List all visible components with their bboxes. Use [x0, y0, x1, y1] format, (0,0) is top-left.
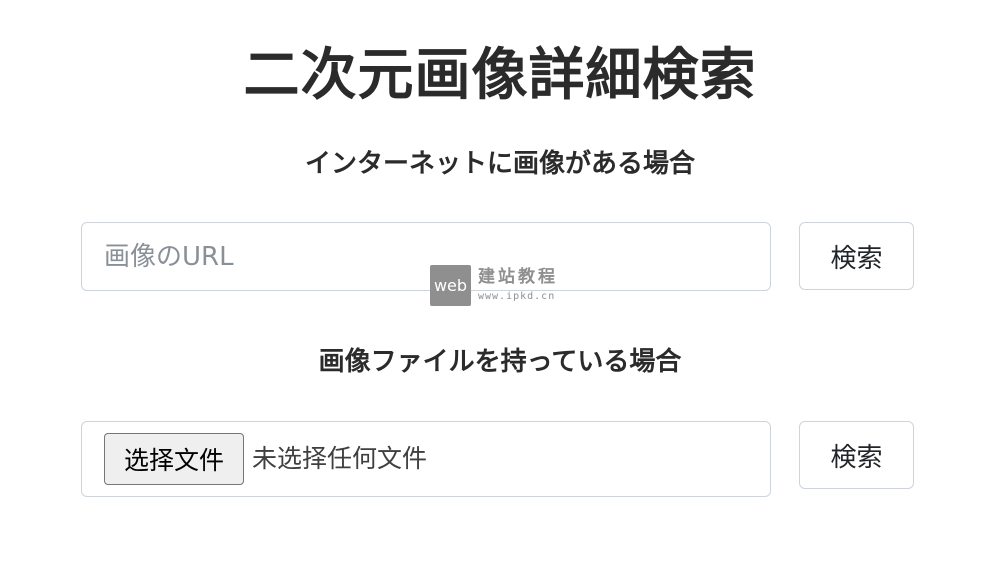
watermark-title: 建站教程 [478, 267, 558, 287]
page-title: 二次元画像詳細検索 [243, 43, 757, 108]
file-section-heading: 画像ファイルを持っている場合 [318, 347, 682, 377]
url-section-heading: インターネットに画像がある場合 [304, 149, 695, 179]
url-search-button[interactable]: 検索 [799, 222, 914, 290]
watermark-logo: web [430, 265, 471, 306]
file-status-text: 未选择任何文件 [252, 444, 428, 473]
watermark-url: www.ipkd.cn [478, 291, 556, 302]
file-search-button[interactable]: 検索 [799, 421, 914, 489]
watermark: web 建站教程 www.ipkd.cn [430, 265, 575, 307]
choose-file-button[interactable]: 选择文件 [104, 433, 244, 485]
image-url-input[interactable] [81, 222, 771, 291]
file-input[interactable]: 选择文件 未选择任何文件 [81, 421, 771, 497]
